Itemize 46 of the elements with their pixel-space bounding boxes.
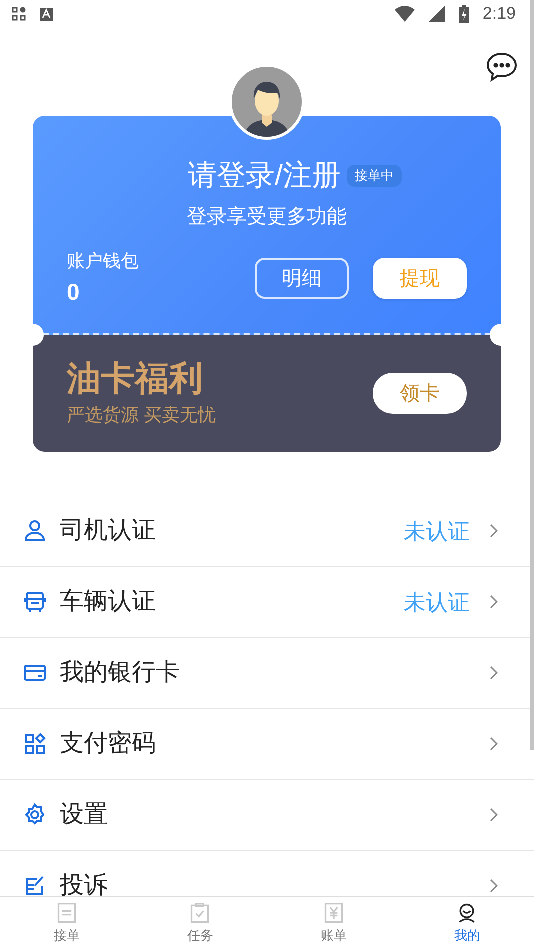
signal-icon xyxy=(428,6,445,22)
chat-icon[interactable] xyxy=(486,52,518,82)
wallet-balance: 0 xyxy=(67,278,81,307)
verification-status: 未认证 xyxy=(404,588,470,616)
login-subtitle: 登录享受更多功能 xyxy=(187,205,347,230)
menu-label: 我的银行卡 xyxy=(60,658,181,688)
clock-time: 2:19 xyxy=(482,3,516,26)
tab[interactable]: 接单 xyxy=(0,897,134,950)
menu-label: 车辆认证 xyxy=(60,587,157,617)
promo-title: 油卡福利 xyxy=(67,359,204,400)
menu-item[interactable]: 我的银行卡 xyxy=(0,638,534,709)
menu-label: 投诉 xyxy=(60,871,109,896)
wifi-icon xyxy=(394,6,415,22)
claim-card-button[interactable]: 领卡 xyxy=(373,373,467,414)
promo-subtitle: 严选货源 买卖无忧 xyxy=(67,404,218,427)
apps-icon xyxy=(12,7,26,21)
yuan-icon xyxy=(322,902,345,924)
grid-icon xyxy=(23,732,47,756)
login-title[interactable]: 请登录/注册 xyxy=(188,158,342,194)
menu-label: 支付密码 xyxy=(60,729,157,759)
details-button[interactable]: 明细 xyxy=(255,258,349,300)
wallet-label: 账户钱包 xyxy=(67,250,140,273)
menu-item[interactable]: 司机认证 未认证 xyxy=(0,496,534,567)
chevron-right-icon xyxy=(490,524,498,538)
status-tag: 接单中 xyxy=(347,165,402,187)
bus-icon xyxy=(23,590,47,614)
verification-status: 未认证 xyxy=(404,518,470,546)
clipboard-icon xyxy=(189,902,212,924)
chevron-right-icon xyxy=(490,595,498,609)
menu-item[interactable]: 设置 xyxy=(0,780,534,851)
menu-item[interactable]: 车辆认证 未认证 xyxy=(0,567,534,638)
chevron-right-icon xyxy=(490,666,498,680)
settings-icon xyxy=(23,803,47,827)
chevron-right-icon xyxy=(490,737,498,751)
tab[interactable]: 账单 xyxy=(267,897,400,950)
menu-label: 设置 xyxy=(60,800,109,830)
menu-item[interactable]: 支付密码 xyxy=(0,709,534,780)
chevron-right-icon xyxy=(490,879,498,893)
menu-label: 司机认证 xyxy=(60,516,157,546)
tab[interactable]: 任务 xyxy=(134,897,267,950)
battery-icon xyxy=(458,5,469,23)
person-icon xyxy=(23,519,47,543)
keyboard-icon xyxy=(40,8,53,20)
tab[interactable]: 我的 xyxy=(400,897,534,950)
document-icon xyxy=(56,902,78,924)
chevron-right-icon xyxy=(490,808,498,822)
